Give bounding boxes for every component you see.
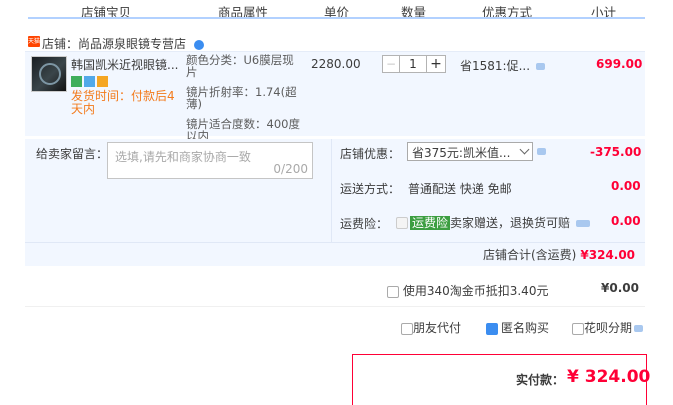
- summary-divider: [25, 242, 645, 243]
- shop-total-label: 店铺合计(含运费): [483, 248, 577, 262]
- discount-info-icon[interactable]: [537, 148, 546, 155]
- insurance-info: 运费险 卖家赠送，退换货可赔: [410, 214, 591, 231]
- insurance-value: 0.00: [611, 214, 641, 228]
- chevron-down-icon: [519, 144, 530, 155]
- shipping-time: 发货时间：付款后4天内: [71, 89, 175, 116]
- message-label: 给卖家留言：: [36, 147, 109, 161]
- pay-value: ¥ 324.00: [567, 367, 651, 387]
- insurance-tag: 运费险: [410, 216, 451, 230]
- shop-total-value: ¥324.00: [580, 248, 636, 262]
- insurance-checkbox: [396, 217, 408, 229]
- service-badges: [71, 76, 110, 90]
- shop-discount-value: -375.00: [590, 145, 642, 159]
- qty-decrement-button[interactable]: −: [383, 56, 400, 72]
- wangwang-chat-icon[interactable]: [193, 39, 204, 50]
- attr-index: 镜片折射率：1.74(超薄): [186, 85, 297, 111]
- shop-name[interactable]: 店铺：尚品源泉眼镜专营店: [42, 37, 186, 51]
- anonymous-option[interactable]: 匿名购买: [486, 319, 549, 336]
- anonymous-label: 匿名购买: [501, 321, 550, 335]
- shop-row: 天猫 店铺：尚品源泉眼镜专营店: [28, 35, 204, 52]
- delivery-method: 普通配送 快递 免邮: [408, 182, 512, 196]
- insurance-desc: 卖家赠送，退换货可赔: [450, 216, 571, 230]
- delivery-label: 运送方式：: [340, 182, 401, 196]
- qty-input[interactable]: 1: [400, 56, 426, 72]
- unit-price: 2280.00: [311, 57, 361, 71]
- product-title[interactable]: 韩国凯米近视眼镜...: [71, 56, 178, 73]
- panel-divider: [331, 139, 332, 242]
- header-divider: [28, 17, 645, 19]
- qty-increment-button[interactable]: +: [426, 56, 445, 72]
- shop-discount-selected: 省375元:凯米值...: [412, 146, 511, 160]
- coins-checkbox[interactable]: [387, 285, 399, 298]
- promo-text: 省1581:促...: [460, 59, 531, 73]
- shop-total: 店铺合计(含运费) ¥324.00: [483, 246, 635, 263]
- friend-pay-label: 朋友代付: [413, 321, 462, 335]
- coins-row: 使用340淘金币抵扣3.40元: [387, 282, 548, 299]
- anonymous-checkbox[interactable]: [486, 322, 498, 335]
- huabei-info-icon[interactable]: [634, 325, 644, 332]
- coins-label: 使用340淘金币抵扣3.40元: [402, 284, 549, 298]
- seller-message-textarea[interactable]: 选填,请先和商家协商一致 0/200: [107, 142, 313, 179]
- product-thumbnail[interactable]: [31, 56, 67, 92]
- insurance-label: 运费险：: [340, 217, 389, 231]
- seven-day-return-icon: [71, 76, 82, 87]
- huabei-checkbox[interactable]: [572, 322, 584, 335]
- huabei-label: 花呗分期: [584, 321, 633, 335]
- coins-divider: [25, 306, 645, 307]
- friend-pay-option[interactable]: 朋友代付: [401, 319, 461, 336]
- invoice-icon: [97, 76, 108, 87]
- item-subtotal: 699.00: [596, 57, 643, 71]
- product-attributes: 颜色分类：U6膜层现片 镜片折射率：1.74(超薄) 镜片适合度数：400度以内: [186, 53, 304, 151]
- delivery-value: 0.00: [611, 179, 641, 193]
- coins-value: ¥0.00: [601, 281, 639, 295]
- tmall-icon: 天猫: [28, 36, 41, 47]
- promo-selector[interactable]: 省1581:促...: [460, 57, 546, 74]
- promo-info-icon[interactable]: [536, 63, 546, 70]
- message-placeholder: 选填,请先和商家协商一致: [115, 150, 251, 164]
- insurance-help-icon[interactable]: [576, 220, 591, 227]
- attr-color: 颜色分类：U6膜层现片: [186, 53, 294, 79]
- quantity-stepper: − 1 +: [382, 55, 446, 73]
- friend-pay-checkbox[interactable]: [401, 322, 413, 335]
- guarantee-icon: [84, 76, 95, 87]
- message-counter: 0/200: [273, 162, 308, 176]
- huabei-option[interactable]: 花呗分期: [572, 319, 644, 336]
- shop-discount-label: 店铺优惠：: [340, 147, 401, 161]
- pay-label: 实付款：: [516, 373, 565, 387]
- shop-discount-select[interactable]: 省375元:凯米值...: [407, 142, 533, 161]
